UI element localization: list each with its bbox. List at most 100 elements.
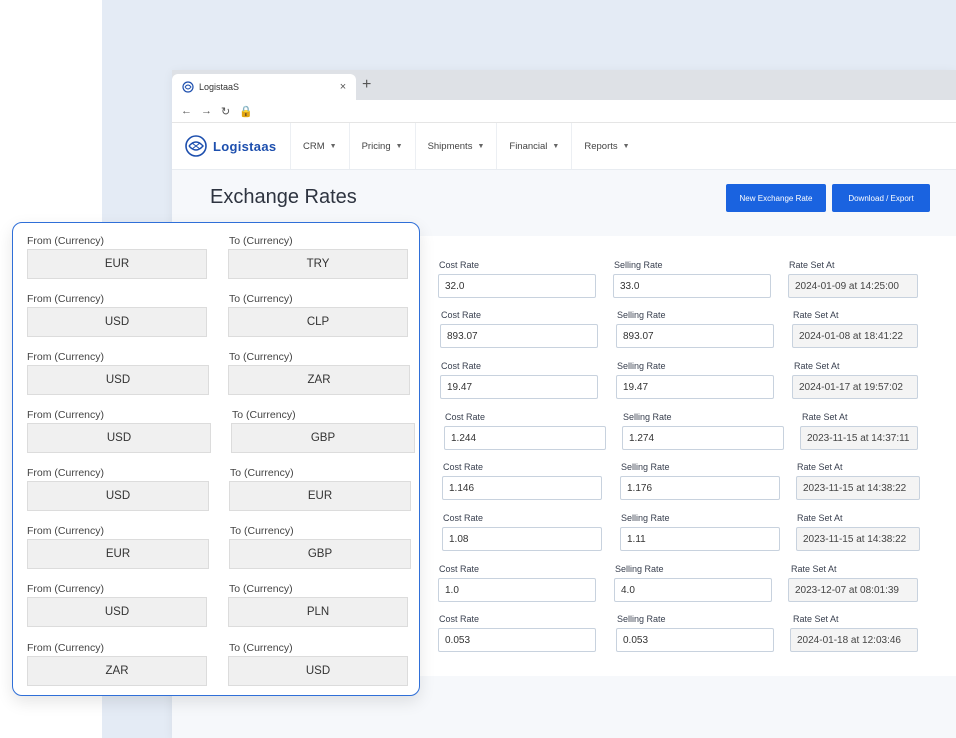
tab-close-icon[interactable]: × — [336, 81, 350, 93]
rate-set-at-field[interactable]: 2024-01-18 at 12:03:46 — [790, 628, 918, 652]
selling-rate-field[interactable]: 0.053 — [616, 628, 774, 652]
from-currency-field[interactable]: EUR — [27, 249, 207, 279]
cost-rate-field[interactable]: 32.0 — [438, 274, 596, 298]
selling-rate-label: Selling Rate — [617, 614, 666, 624]
to-currency-field[interactable]: TRY — [228, 249, 408, 279]
nav-item-financial[interactable]: Financial ▼ — [496, 123, 571, 169]
cost-rate-label: Cost Rate — [443, 462, 484, 472]
currency-pairs-panel: From (Currency) To (Currency) EUR TRY From (… — [12, 222, 420, 696]
selling-rate-label: Selling Rate — [621, 462, 670, 472]
from-currency-label: From (Currency) — [27, 235, 105, 247]
rate-set-at-field[interactable]: 2023-11-15 at 14:38:22 — [796, 527, 920, 551]
selling-rate-field[interactable]: 1.11 — [620, 527, 780, 551]
to-currency-field[interactable]: CLP — [228, 307, 408, 337]
rate-set-at-field[interactable]: 2023-12-07 at 08:01:39 — [788, 578, 918, 602]
to-currency-label: To (Currency) — [229, 235, 293, 247]
selling-rate-field[interactable]: 33.0 — [613, 274, 771, 298]
from-currency-label: From (Currency) — [27, 467, 105, 479]
new-exchange-rate-button[interactable]: New Exchange Rate — [726, 184, 826, 212]
to-currency-label: To (Currency) — [229, 293, 293, 305]
nav-item-shipments[interactable]: Shipments ▼ — [414, 123, 497, 169]
cost-rate-field[interactable]: 19.47 — [440, 375, 598, 399]
selling-rate-label: Selling Rate — [617, 310, 666, 320]
cost-rate-label: Cost Rate — [441, 361, 482, 371]
to-currency-field[interactable]: GBP — [231, 423, 415, 453]
address-bar: ← → ↻ 🔒 — [172, 100, 956, 123]
rate-set-at-label: Rate Set At — [789, 260, 835, 270]
cost-rate-field[interactable]: 893.07 — [440, 324, 598, 348]
selling-rate-field[interactable]: 4.0 — [614, 578, 772, 602]
logistaas-favicon-icon — [182, 81, 194, 93]
from-currency-field[interactable]: USD — [27, 307, 207, 337]
to-currency-field[interactable]: ZAR — [228, 365, 410, 395]
to-currency-label: To (Currency) — [229, 351, 293, 363]
cost-rate-label: Cost Rate — [445, 412, 486, 422]
from-currency-field[interactable]: ZAR — [27, 656, 207, 686]
selling-rate-label: Selling Rate — [615, 564, 664, 574]
back-arrow-icon[interactable]: ← — [181, 105, 192, 117]
rate-set-at-field[interactable]: 2024-01-08 at 18:41:22 — [792, 324, 918, 348]
from-currency-field[interactable]: EUR — [27, 539, 209, 569]
selling-rate-field[interactable]: 1.176 — [620, 476, 780, 500]
from-currency-label: From (Currency) — [27, 642, 105, 654]
rate-set-at-label: Rate Set At — [793, 614, 839, 624]
browser-tab[interactable]: LogistaaS × — [172, 74, 356, 100]
to-currency-field[interactable]: EUR — [229, 481, 411, 511]
from-currency-field[interactable]: USD — [27, 481, 209, 511]
nav-item-crm[interactable]: CRM ▼ — [290, 123, 349, 169]
cost-rate-field[interactable]: 1.146 — [442, 476, 602, 500]
rate-set-at-label: Rate Set At — [793, 310, 839, 320]
rate-set-at-field[interactable]: 2024-01-09 at 14:25:00 — [788, 274, 918, 298]
brand-name: Logistaas — [213, 138, 277, 154]
nav-item-reports[interactable]: Reports ▼ — [571, 123, 641, 169]
from-currency-field[interactable]: USD — [27, 423, 211, 453]
rate-set-at-label: Rate Set At — [802, 412, 848, 422]
to-currency-label: To (Currency) — [229, 642, 293, 654]
to-currency-field[interactable]: PLN — [228, 597, 408, 627]
chevron-down-icon: ▼ — [477, 142, 485, 150]
cost-rate-label: Cost Rate — [439, 564, 480, 574]
to-currency-field[interactable]: USD — [228, 656, 408, 686]
nav-item-label: Reports — [584, 140, 618, 152]
rate-set-at-label: Rate Set At — [794, 361, 840, 371]
cost-rate-label: Cost Rate — [439, 614, 480, 624]
cost-rate-label: Cost Rate — [441, 310, 482, 320]
reload-icon[interactable]: ↻ — [221, 105, 230, 118]
nav-item-pricing[interactable]: Pricing ▼ — [348, 123, 415, 169]
to-currency-label: To (Currency) — [229, 583, 293, 595]
forward-arrow-icon[interactable]: → — [201, 105, 212, 117]
rate-set-at-field[interactable]: 2023-11-15 at 14:37:11 — [800, 426, 918, 450]
cost-rate-field[interactable]: 0.053 — [438, 628, 596, 652]
nav-item-label: Financial — [509, 140, 548, 152]
selling-rate-label: Selling Rate — [614, 260, 663, 270]
download-export-button[interactable]: Download / Export — [832, 184, 930, 212]
cost-rate-field[interactable]: 1.0 — [438, 578, 596, 602]
chevron-down-icon: ▼ — [329, 142, 337, 150]
to-currency-field[interactable]: GBP — [229, 539, 411, 569]
to-currency-label: To (Currency) — [230, 525, 294, 537]
nav-item-label: Pricing — [361, 140, 391, 152]
from-currency-field[interactable]: USD — [27, 365, 209, 395]
selling-rate-label: Selling Rate — [617, 361, 666, 371]
rate-set-at-label: Rate Set At — [797, 462, 843, 472]
cost-rate-field[interactable]: 1.08 — [442, 527, 602, 551]
selling-rate-label: Selling Rate — [623, 412, 672, 422]
from-currency-field[interactable]: USD — [27, 597, 207, 627]
page-title: Exchange Rates — [210, 186, 357, 208]
from-currency-label: From (Currency) — [27, 583, 105, 595]
cost-rate-field[interactable]: 1.244 — [444, 426, 606, 450]
nav-item-label: CRM — [303, 140, 325, 152]
chevron-down-icon: ▼ — [552, 142, 560, 150]
selling-rate-field[interactable]: 893.07 — [616, 324, 774, 348]
brand[interactable]: Logistaas — [184, 134, 290, 158]
rate-set-at-label: Rate Set At — [791, 564, 837, 574]
cost-rate-label: Cost Rate — [439, 260, 480, 270]
selling-rate-field[interactable]: 1.274 — [622, 426, 784, 450]
new-tab-button[interactable]: + — [362, 76, 371, 94]
lock-icon[interactable]: 🔒 — [239, 105, 253, 118]
rate-set-at-field[interactable]: 2023-11-15 at 14:38:22 — [796, 476, 920, 500]
chevron-down-icon: ▼ — [395, 142, 403, 150]
selling-rate-field[interactable]: 19.47 — [616, 375, 774, 399]
rate-set-at-field[interactable]: 2024-01-17 at 19:57:02 — [792, 375, 918, 399]
tab-strip: LogistaaS × + — [172, 70, 956, 100]
